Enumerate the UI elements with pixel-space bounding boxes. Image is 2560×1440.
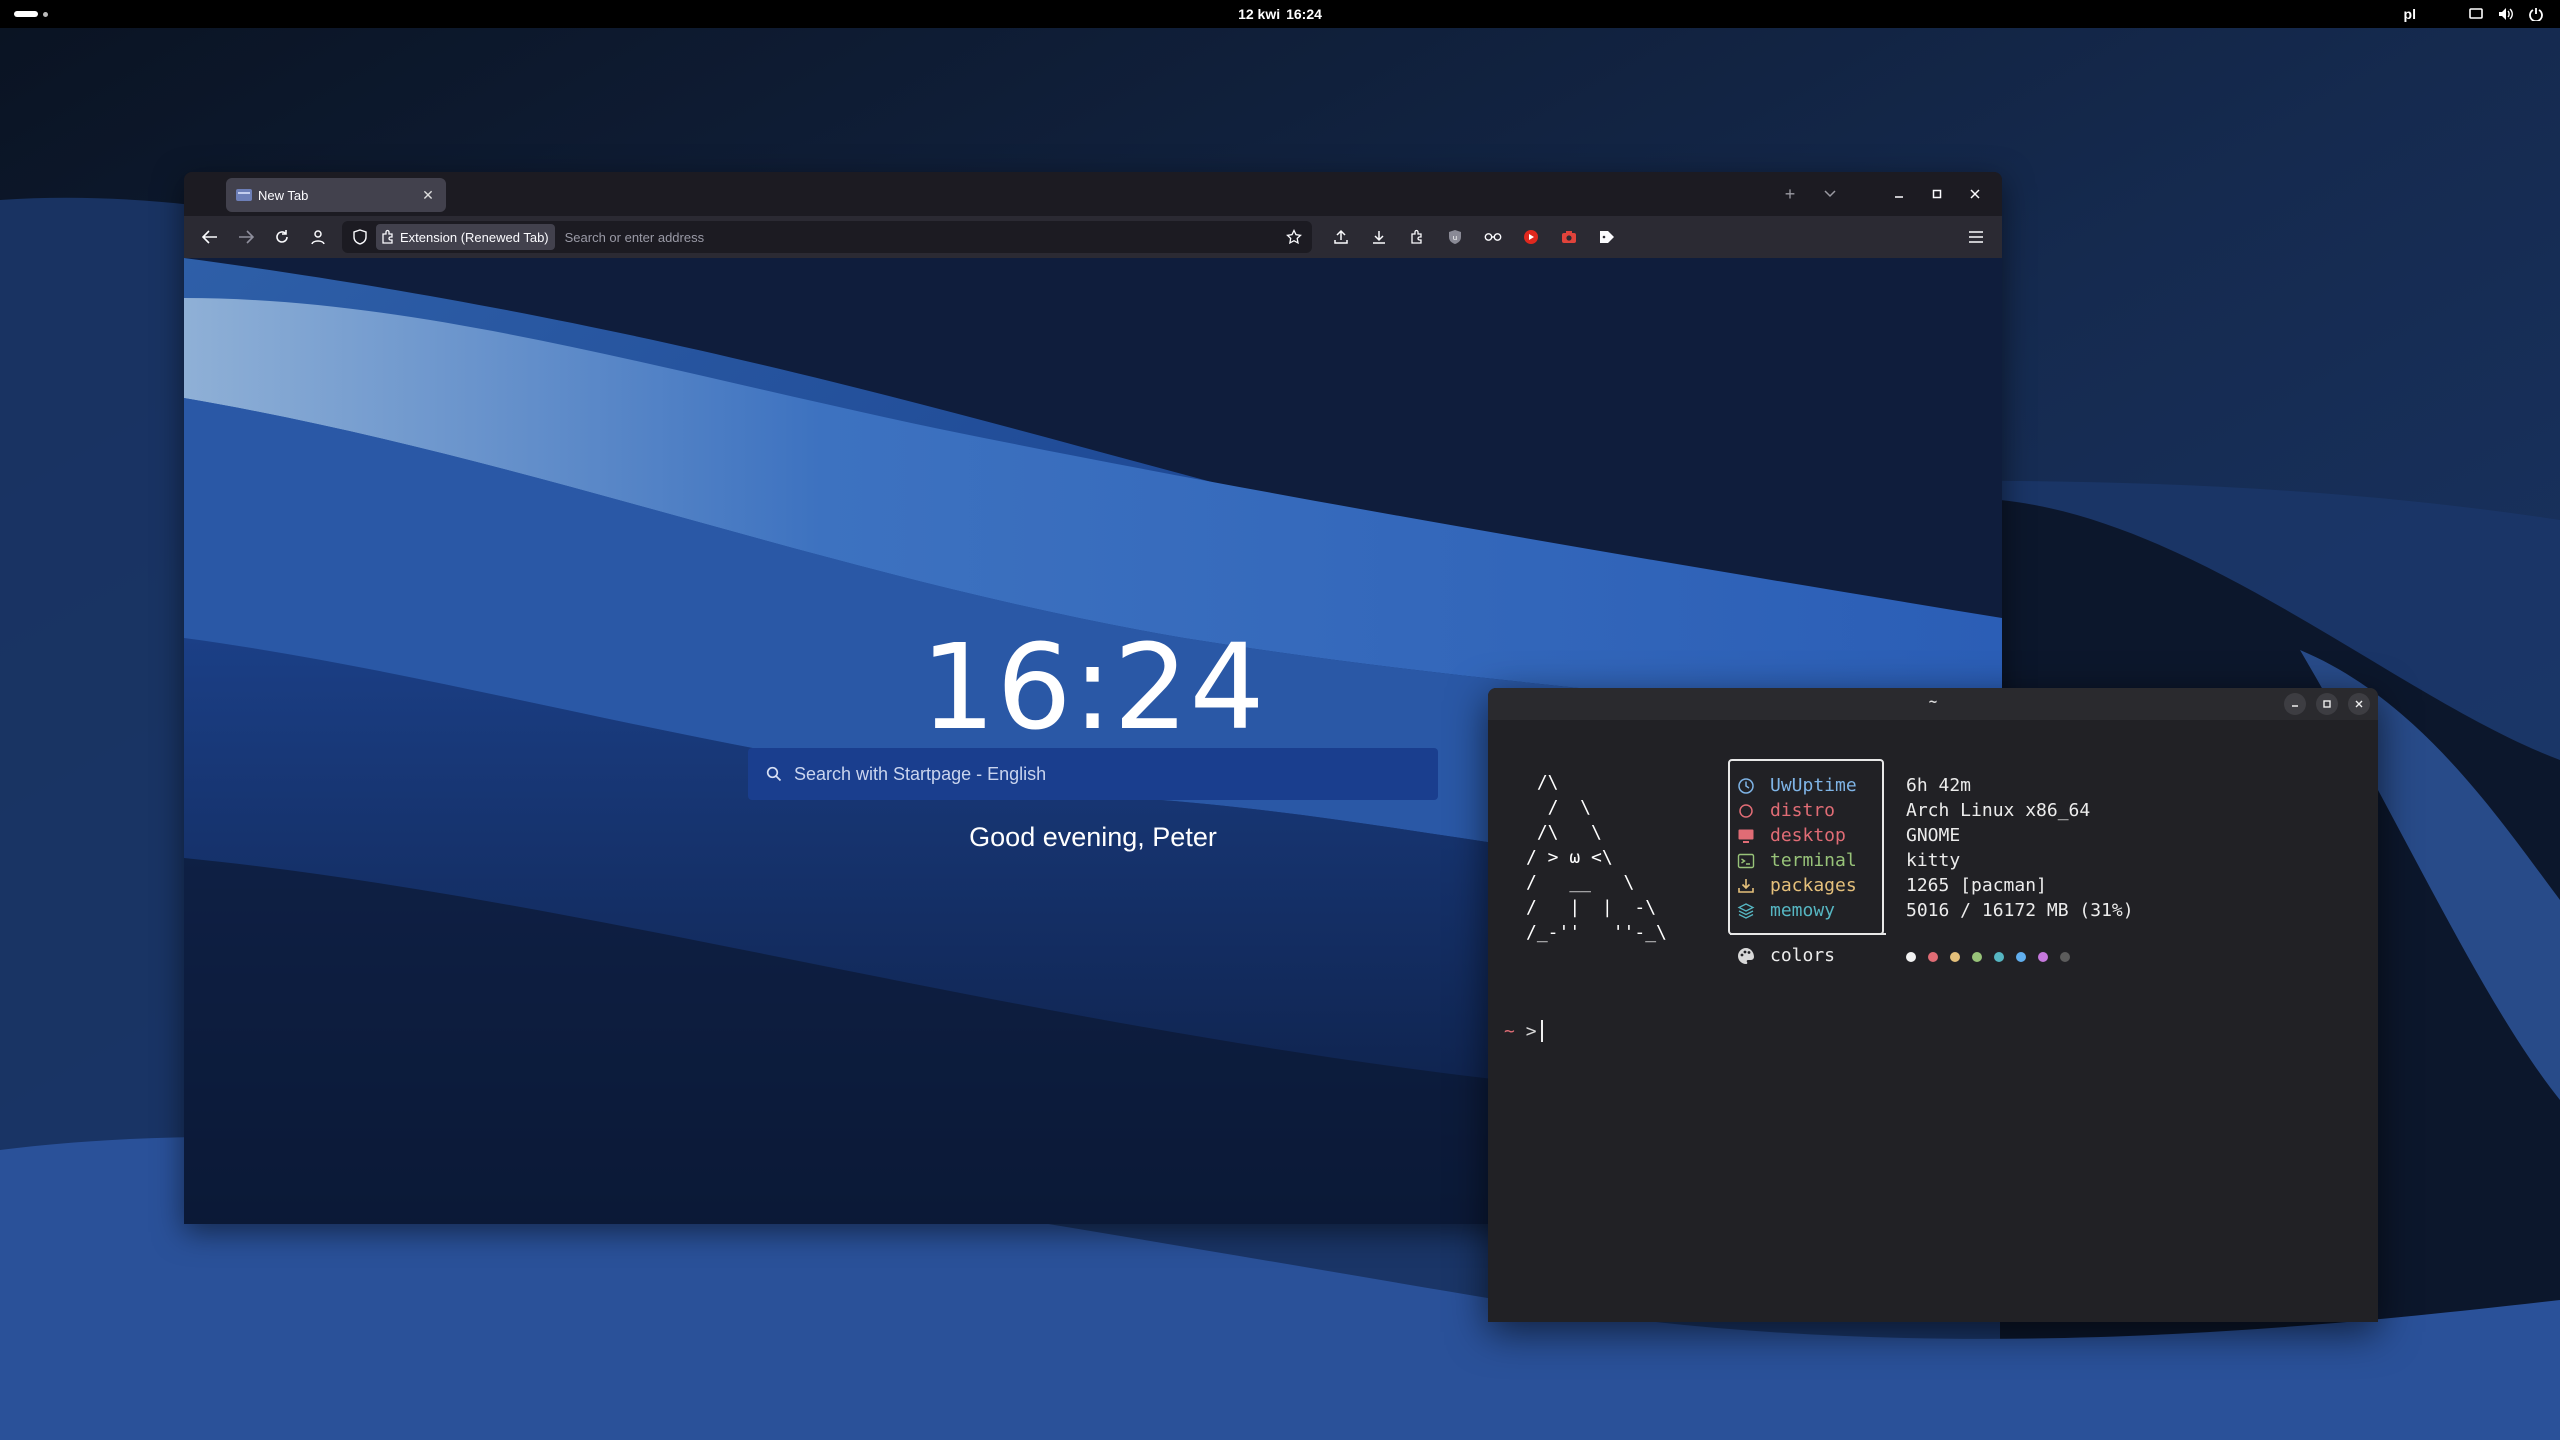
color-swatch: [1928, 952, 1938, 962]
circle-icon: [1736, 801, 1756, 821]
layers-icon: [1736, 901, 1756, 921]
url-bar[interactable]: Extension (Renewed Tab): [342, 221, 1312, 253]
ublock-icon[interactable]: u: [1436, 222, 1474, 252]
maximize-button[interactable]: [1918, 182, 1956, 206]
terminal-window-controls: [2284, 693, 2370, 715]
package-icon: [1736, 876, 1756, 896]
sysinfo-divider: [1730, 933, 1886, 935]
colors-label: colors: [1770, 945, 1836, 966]
color-swatch: [1950, 952, 1960, 962]
datetime-menu[interactable]: 12 kwi 16:24: [1238, 6, 1322, 22]
monitor-icon: [1736, 826, 1756, 846]
terminal-window: ~ /\ / \ /\ \ / > ω <\ / __ \ / | | -\ /…: [1488, 688, 2378, 1322]
sysinfo-label: distro: [1770, 800, 1836, 821]
toolbar-icons: u: [1322, 222, 1626, 252]
tab-strip: New Tab ✕ +: [184, 172, 2002, 216]
newtab-search-input[interactable]: [794, 763, 1438, 785]
date-label: 12 kwi: [1238, 6, 1281, 22]
sysinfo-label: terminal: [1770, 850, 1857, 871]
account-icon[interactable]: [300, 222, 336, 252]
terminal-maximize-button[interactable]: [2316, 693, 2338, 715]
window-controls: [1880, 182, 1994, 206]
extensions-icon[interactable]: [1398, 222, 1436, 252]
sysinfo-value: 6h 42m: [1906, 775, 1972, 796]
color-swatch: [2038, 952, 2048, 962]
top-bar: 12 kwi 16:24 pl: [0, 0, 2560, 28]
sysinfo-row-uwuptime: UwUptime 6h 42m: [1736, 773, 1971, 798]
extension-label: Extension (Renewed Tab): [400, 229, 549, 245]
sysinfo-row-terminal: terminal kitty: [1736, 848, 1960, 873]
sysinfo-value: kitty: [1906, 850, 1961, 871]
time-label: 16:24: [1286, 6, 1322, 22]
color-swatch: [1972, 952, 1982, 962]
sysinfo-label: memowy: [1770, 900, 1836, 921]
volume-icon[interactable]: [2496, 5, 2516, 23]
sysinfo-row-desktop: desktop GNOME: [1736, 823, 1960, 848]
youtube-icon[interactable]: [1512, 222, 1550, 252]
clock-icon: [1736, 776, 1756, 796]
workspace-indicator-active: [14, 11, 38, 17]
sysinfo-label: packages: [1770, 875, 1857, 896]
newtab-favicon-icon: [236, 189, 252, 201]
back-icon[interactable]: [192, 222, 228, 252]
tab-title: New Tab: [258, 187, 309, 203]
color-swatches: [1906, 952, 2070, 962]
newtab-search-box[interactable]: [748, 748, 1438, 800]
address-input[interactable]: [564, 229, 1125, 245]
menu-icon[interactable]: [1960, 222, 1992, 252]
color-swatch: [2016, 952, 2026, 962]
sysinfo-row-packages: packages 1265 [pacman]: [1736, 873, 2047, 898]
navigation-toolbar: Extension (Renewed Tab) u: [184, 216, 2002, 258]
color-swatch: [1906, 952, 1916, 962]
glasses-icon[interactable]: [1474, 222, 1512, 252]
color-swatch: [2060, 952, 2070, 962]
system-tray: pl: [2404, 5, 2546, 23]
reload-icon[interactable]: [264, 222, 300, 252]
sysinfo-value: 1265 [pacman]: [1906, 875, 2047, 896]
workspace-indicator: [43, 11, 48, 17]
ascii-logo: /\ / \ /\ \ / > ω <\ / __ \ / | | -\ /_-…: [1526, 772, 1667, 943]
puzzle-icon: [382, 229, 393, 244]
prompt-symbol: >: [1525, 1020, 1537, 1042]
power-icon[interactable]: [2526, 5, 2546, 23]
sysinfo-value: GNOME: [1906, 825, 1961, 846]
download-icon[interactable]: [1360, 222, 1398, 252]
upload-icon[interactable]: [1322, 222, 1360, 252]
terminal-close-button[interactable]: [2348, 693, 2370, 715]
sysinfo-row-memowy: memowy 5016 / 16172 MB (31%): [1736, 898, 2134, 923]
terminal-minimize-button[interactable]: [2284, 693, 2306, 715]
activities-button[interactable]: [14, 11, 48, 17]
extension-identity-chip[interactable]: Extension (Renewed Tab): [376, 224, 555, 250]
search-icon: [764, 764, 784, 784]
list-tabs-icon[interactable]: [1816, 182, 1844, 206]
tab-close-icon[interactable]: ✕: [420, 187, 436, 204]
shell-prompt[interactable]: ~ >: [1504, 1020, 1543, 1042]
sysinfo-label: UwUptime: [1770, 775, 1857, 796]
prompt-dir: ~: [1504, 1020, 1515, 1042]
keyboard-layout-indicator[interactable]: pl: [2404, 6, 2416, 22]
color-swatch: [1994, 952, 2004, 962]
sysinfo-value: Arch Linux x86_64: [1906, 800, 2091, 821]
screen-icon[interactable]: [2466, 5, 2486, 23]
minimize-button[interactable]: [1880, 182, 1918, 206]
terminal-icon: [1736, 851, 1756, 871]
sysinfo-row-distro: distro Arch Linux x86_64: [1736, 798, 2090, 823]
terminal-title: ~: [1928, 694, 1938, 710]
sysinfo-label: desktop: [1770, 825, 1846, 846]
tracking-protection-icon[interactable]: [348, 225, 372, 249]
text-cursor: [1540, 1020, 1543, 1042]
new-tab-icon[interactable]: +: [1776, 182, 1804, 206]
terminal-titlebar[interactable]: ~: [1488, 688, 2378, 720]
palette-icon: [1736, 946, 1756, 966]
screenshot-icon[interactable]: [1550, 222, 1588, 252]
tag-icon[interactable]: [1588, 222, 1626, 252]
colors-row: colors: [1736, 945, 1835, 966]
svg-text:u: u: [1453, 234, 1457, 242]
forward-icon[interactable]: [228, 222, 264, 252]
close-button[interactable]: [1956, 182, 1994, 206]
sysinfo-value: 5016 / 16172 MB (31%): [1906, 900, 2134, 921]
tab-new-tab[interactable]: New Tab ✕: [226, 178, 446, 212]
bookmark-star-icon[interactable]: [1282, 225, 1306, 249]
